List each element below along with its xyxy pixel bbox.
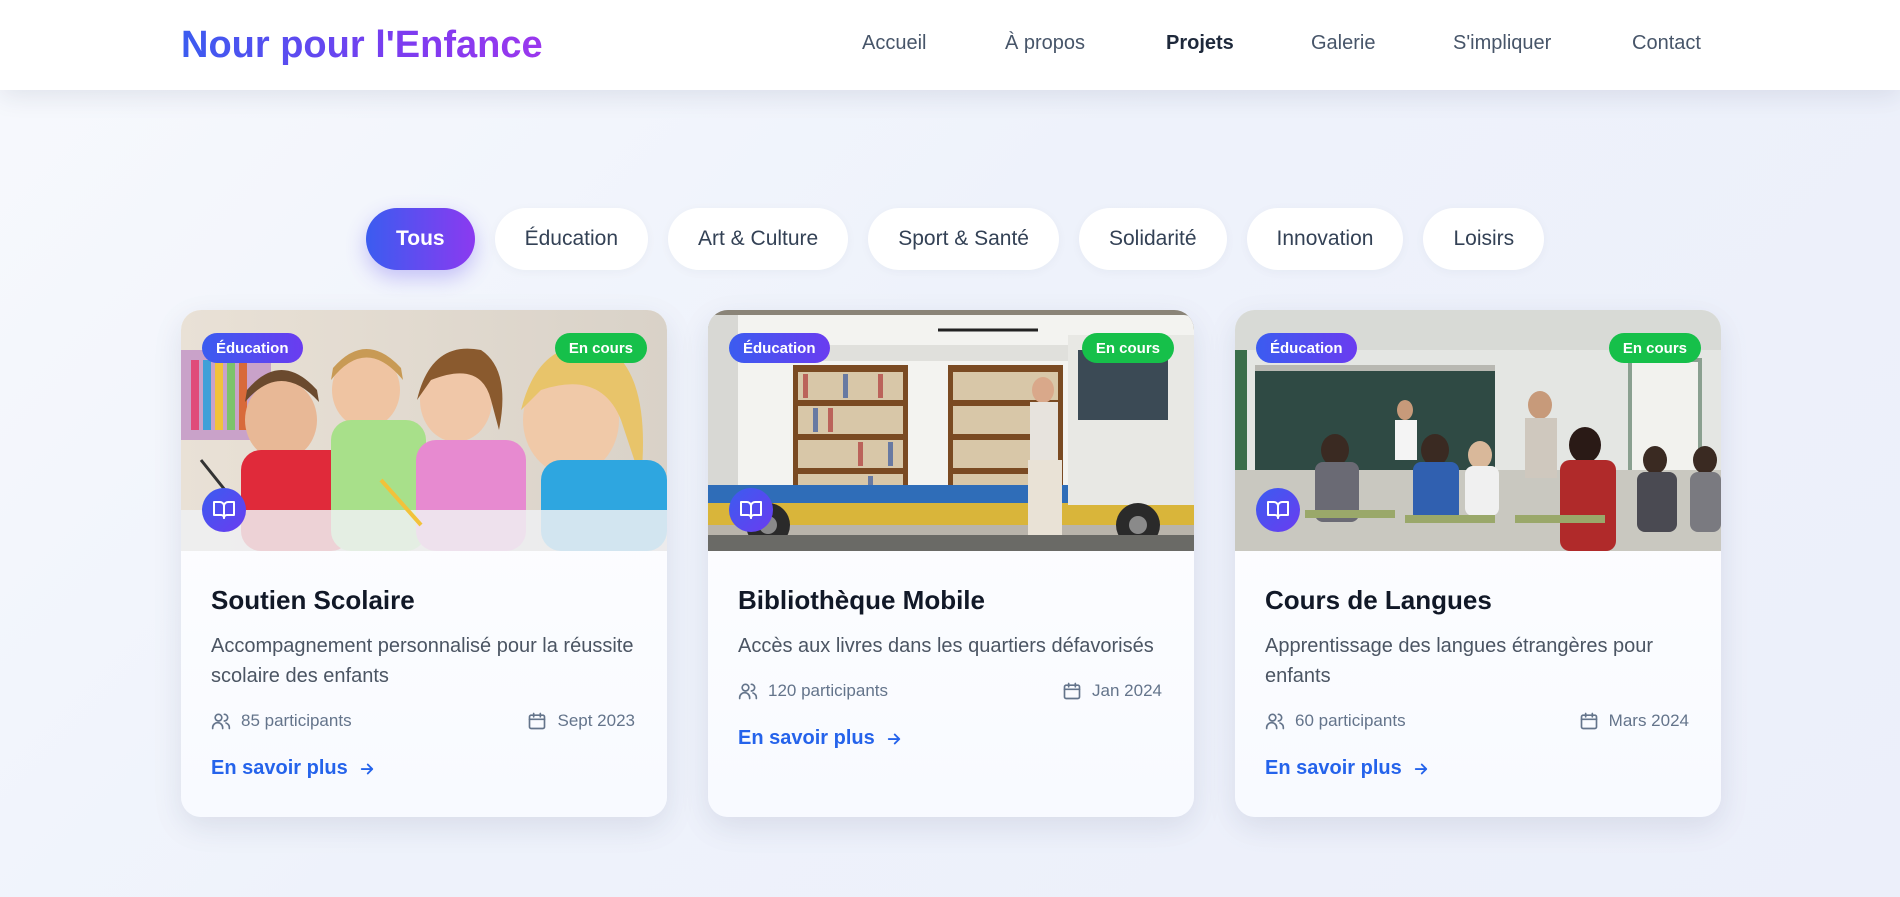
filter-tous[interactable]: Tous (366, 208, 475, 270)
users-icon (738, 683, 758, 700)
nav-link-s-impliquer[interactable]: S'impliquer (1453, 32, 1551, 55)
date-info: Jan 2024 (1062, 681, 1162, 701)
project-date: Sept 2023 (557, 711, 635, 730)
users-icon (1265, 713, 1285, 730)
status-badge: En cours (554, 333, 647, 363)
project-cards: Éducation En cours Soutien Scolaire Acco… (181, 310, 1721, 817)
calendar-icon (529, 712, 546, 730)
project-date: Mars 2024 (1608, 711, 1689, 730)
main-nav: Accueil À propos Projets Galerie S'impli… (0, 32, 1900, 62)
filter-innovation[interactable]: Innovation (1246, 208, 1404, 270)
card-meta: 60 participants Mars 2024 (1265, 711, 1689, 735)
book-icon (1256, 488, 1300, 532)
card-description: Apprentissage des langues étrangères pou… (1265, 635, 1654, 687)
filter-solidarite[interactable]: Solidarité (1078, 208, 1227, 270)
date-info: Mars 2024 (1579, 711, 1689, 731)
arrow-right-icon (360, 763, 373, 774)
filter-loisirs[interactable]: Loisirs (1423, 208, 1545, 270)
nav-link-galerie[interactable]: Galerie (1311, 32, 1375, 55)
project-image-classroom: Éducation En cours (1235, 310, 1721, 551)
category-badge: Éducation (1256, 333, 1357, 363)
category-badge: Éducation (729, 333, 830, 363)
site-header: Nour pour l'Enfance Accueil À propos Pro… (0, 0, 1900, 90)
arrow-right-icon (887, 733, 900, 744)
calendar-icon (1580, 712, 1598, 730)
card-title: Soutien Scolaire (211, 585, 415, 615)
users-icon (211, 713, 231, 730)
learn-more-label: En savoir plus (1265, 757, 1402, 779)
participants-count: 120 participants (768, 681, 889, 700)
card-description: Accès aux livres dans les quartiers défa… (738, 635, 1154, 657)
learn-more-label: En savoir plus (738, 727, 875, 749)
nav-link-projets[interactable]: Projets (1166, 32, 1234, 55)
card-title: Cours de Langues (1265, 585, 1492, 615)
nav-link-a-propos[interactable]: À propos (1005, 32, 1085, 55)
learn-more-link[interactable]: En savoir plus (211, 757, 376, 780)
filter-sport-sante[interactable]: Sport & Santé (868, 208, 1059, 270)
project-card-cours-de-langues[interactable]: Éducation En cours Cours de Langues Appr… (1235, 310, 1721, 817)
card-meta: 85 participants Sept 2023 (211, 711, 635, 735)
participants-info: 60 participants (1265, 711, 1406, 731)
learn-more-link[interactable]: En savoir plus (1265, 757, 1430, 780)
project-card-soutien-scolaire[interactable]: Éducation En cours Soutien Scolaire Acco… (181, 310, 667, 817)
book-icon (202, 488, 246, 532)
card-description: Accompagnement personnalisé pour la réus… (211, 635, 634, 687)
project-card-bibliotheque-mobile[interactable]: Éducation En cours Bibliothèque Mobile A… (708, 310, 1194, 817)
category-badge: Éducation (202, 333, 303, 363)
participants-info: 85 participants (211, 711, 352, 731)
card-meta: 120 participants Jan 2024 (738, 681, 1162, 705)
participants-info: 120 participants (738, 681, 888, 701)
calendar-icon (1063, 682, 1081, 700)
nav-link-contact[interactable]: Contact (1632, 32, 1701, 55)
nav-link-accueil[interactable]: Accueil (862, 32, 926, 55)
project-image-children-writing: Éducation En cours (181, 310, 667, 551)
book-icon (729, 488, 773, 532)
category-filters: Tous Éducation Art & Culture Sport & San… (366, 208, 1545, 270)
card-title: Bibliothèque Mobile (738, 585, 985, 615)
learn-more-link[interactable]: En savoir plus (738, 727, 903, 750)
status-badge: En cours (1081, 333, 1174, 363)
filter-art-culture[interactable]: Art & Culture (668, 208, 849, 270)
participants-count: 85 participants (241, 711, 352, 730)
filter-education[interactable]: Éducation (494, 208, 649, 270)
learn-more-label: En savoir plus (211, 757, 348, 779)
date-info: Sept 2023 (527, 711, 635, 731)
arrow-right-icon (1414, 763, 1427, 774)
project-image-mobile-library: Éducation En cours (708, 310, 1194, 551)
participants-count: 60 participants (1295, 711, 1406, 730)
project-date: Jan 2024 (1092, 681, 1162, 700)
status-badge: En cours (1608, 333, 1701, 363)
